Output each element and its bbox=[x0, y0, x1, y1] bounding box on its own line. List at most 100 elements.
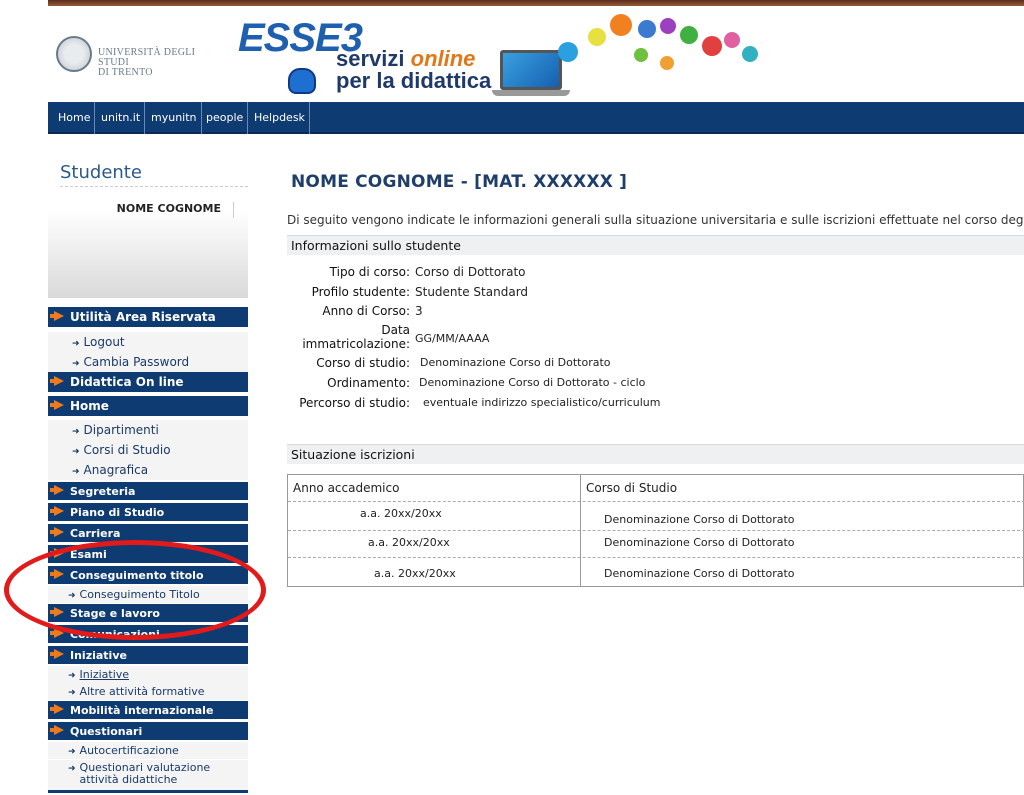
menu-label: Utilità Area Riservata bbox=[70, 310, 216, 324]
nav-unitn[interactable]: unitn.it bbox=[97, 102, 146, 134]
arrow-right-icon bbox=[50, 704, 64, 714]
arrow-right-icon bbox=[50, 311, 64, 321]
university-name-line1: UNIVERSITÀ DEGLI STUDI bbox=[98, 47, 196, 68]
info-value: Denominazione Corso di Dottorato - ciclo bbox=[419, 376, 646, 389]
nav-home[interactable]: Home bbox=[54, 102, 96, 134]
menu-segreteria[interactable]: Segreteria bbox=[48, 482, 248, 501]
page-title: NOME COGNOME - [MAT. XXXXXX ] bbox=[291, 172, 628, 192]
app-bubble-icon bbox=[588, 28, 606, 46]
menu-label: Didattica On line bbox=[70, 375, 184, 389]
arrow-right-icon bbox=[50, 725, 64, 735]
university-seal-icon[interactable] bbox=[56, 36, 92, 72]
divider bbox=[60, 186, 248, 187]
menu-label: Segreteria bbox=[70, 485, 136, 498]
menu-questionari[interactable]: Questionari bbox=[48, 722, 248, 741]
app-bubble-icon bbox=[610, 14, 632, 36]
menu-label: Home bbox=[70, 399, 109, 413]
arrow-right-icon bbox=[50, 527, 64, 537]
arrow-right-icon bbox=[50, 649, 64, 659]
menu-logout[interactable]: Logout bbox=[48, 332, 248, 352]
menu-questionari-valutazione[interactable]: Questionari valutazione attività didatti… bbox=[48, 760, 248, 790]
table-header-corso: Corso di Studio bbox=[586, 475, 678, 501]
menu-home[interactable]: Home bbox=[48, 396, 248, 417]
table-cell-anno: a.a. 20xx/20xx bbox=[374, 567, 456, 580]
menu-mobilita-internazionale[interactable]: Mobilità internazionale bbox=[48, 701, 248, 720]
menu-label: Autocertificazione bbox=[79, 744, 179, 757]
table-cell-corso: Denominazione Corso di Dottorato bbox=[604, 567, 795, 580]
table-cell-anno: a.a. 20xx/20xx bbox=[368, 536, 450, 549]
menu-piano-di-studio[interactable]: Piano di Studio bbox=[48, 503, 248, 522]
tagline: servizi online per la didattica bbox=[336, 48, 491, 92]
section-student-info: Informazioni sullo studente bbox=[287, 235, 1024, 255]
app-bubble-icon bbox=[702, 36, 722, 56]
app-bubble-icon bbox=[680, 26, 698, 44]
menu-label: Anagrafica bbox=[83, 463, 149, 477]
menu-anagrafica[interactable]: Anagrafica bbox=[48, 460, 248, 480]
menu-label: Mobilità internazionale bbox=[70, 704, 214, 717]
menu-cambia-password[interactable]: Cambia Password bbox=[48, 352, 248, 372]
info-label: Profilo studente: bbox=[311, 285, 410, 299]
menu-label: Piano di Studio bbox=[70, 506, 165, 519]
table-cell-corso: Denominazione Corso di Dottorato bbox=[604, 513, 795, 526]
menu-label: Iniziative bbox=[79, 668, 130, 681]
tagline-didattica: per la didattica bbox=[336, 68, 492, 93]
nav-people[interactable]: people bbox=[202, 102, 249, 134]
menu-iniziative-sub[interactable]: Iniziative bbox=[48, 666, 248, 683]
info-label: Data immatricolazione: bbox=[302, 323, 410, 351]
table-header-anno: Anno accademico bbox=[293, 475, 400, 501]
app-bubble-icon bbox=[634, 48, 648, 62]
site-header: UNIVERSITÀ DEGLI STUDI DI TRENTO ESSE3 s… bbox=[48, 6, 1024, 102]
menu-label: Logout bbox=[83, 335, 125, 349]
mouse-icon bbox=[288, 68, 316, 94]
app-bubble-icon bbox=[724, 32, 740, 48]
app-bubble-icon bbox=[660, 18, 676, 34]
university-name-line2: DI TRENTO bbox=[98, 67, 153, 78]
nav-myunitn[interactable]: myunitn bbox=[147, 102, 202, 134]
info-value: GG/MM/AAAA bbox=[415, 332, 490, 345]
university-name[interactable]: UNIVERSITÀ DEGLI STUDI DI TRENTO bbox=[98, 48, 228, 78]
table-cell-anno: a.a. 20xx/20xx bbox=[360, 507, 442, 520]
info-value: Studente Standard bbox=[415, 285, 529, 299]
section-enrollments: Situazione iscrizioni bbox=[287, 444, 1024, 464]
info-label: Ordinamento: bbox=[327, 376, 410, 390]
laptop-icon bbox=[492, 50, 570, 98]
row-divider bbox=[288, 530, 1024, 531]
arrow-right-icon bbox=[50, 376, 64, 386]
menu-iniziative[interactable]: Iniziative bbox=[48, 646, 248, 665]
menu-label: Iniziative bbox=[70, 649, 127, 662]
arrow-right-icon bbox=[50, 485, 64, 495]
sidebar-title: Studente bbox=[60, 162, 142, 183]
info-label: Tipo di corso: bbox=[329, 265, 410, 279]
app-bubble-icon bbox=[660, 56, 674, 70]
enrollments-table: Anno accademico Corso di Studio a.a. 20x… bbox=[287, 474, 1024, 587]
menu-utilita-area-riservata[interactable]: Utilità Area Riservata bbox=[48, 307, 248, 328]
arrow-right-icon bbox=[50, 400, 64, 410]
info-label: Percorso di studio: bbox=[299, 396, 410, 410]
row-divider bbox=[288, 557, 1024, 558]
arrow-right-icon bbox=[50, 506, 64, 516]
menu-label: Altre attività formative bbox=[79, 685, 205, 698]
menu-bottom-bar bbox=[48, 790, 248, 794]
app-bubble-icon bbox=[742, 46, 758, 62]
menu-altre-attivita-formative[interactable]: Altre attività formative bbox=[48, 683, 248, 700]
table-cell-corso: Denominazione Corso di Dottorato bbox=[604, 536, 795, 549]
nav-helpdesk[interactable]: Helpdesk bbox=[250, 102, 310, 134]
menu-label: Questionari valutazione attività didatti… bbox=[79, 761, 211, 786]
menu-label: Questionari bbox=[70, 725, 143, 738]
laptop-base bbox=[492, 90, 570, 96]
info-label: Anno di Corso: bbox=[322, 304, 410, 318]
highlight-ellipse bbox=[4, 540, 266, 640]
info-value: eventuale indirizzo specialistico/curric… bbox=[423, 396, 661, 409]
menu-dipartimenti[interactable]: Dipartimenti bbox=[48, 420, 248, 440]
menu-corsi-di-studio[interactable]: Corsi di Studio bbox=[48, 440, 248, 460]
student-name: NOME COGNOME bbox=[48, 202, 234, 218]
menu-didattica-online[interactable]: Didattica On line bbox=[48, 372, 248, 393]
menu-label: Dipartimenti bbox=[83, 423, 159, 437]
top-navigation: Home unitn.it myunitn people Helpdesk bbox=[48, 102, 1024, 134]
laptop-screen bbox=[500, 50, 562, 90]
app-bubble-icon bbox=[558, 42, 578, 62]
info-label: Corso di studio: bbox=[316, 356, 410, 370]
menu-autocertificazione[interactable]: Autocertificazione bbox=[48, 742, 248, 759]
info-value: 3 bbox=[415, 304, 423, 318]
menu-label: Corsi di Studio bbox=[83, 443, 171, 457]
